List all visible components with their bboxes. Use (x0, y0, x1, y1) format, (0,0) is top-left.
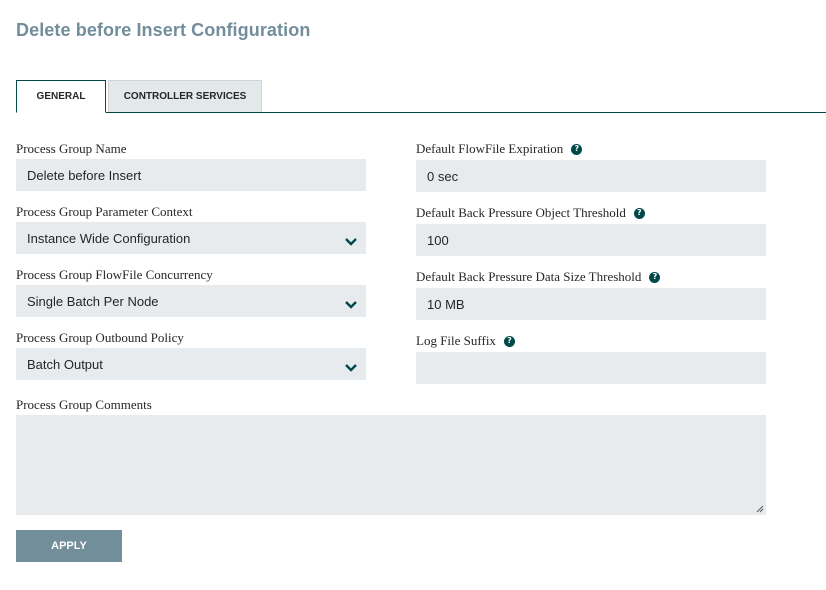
data-size-threshold-input[interactable]: 10 MB (416, 288, 766, 320)
flowfile-expiration-label: Default FlowFile Expiration ? (416, 141, 583, 157)
flowfile-concurrency-value: Single Batch Per Node (27, 293, 159, 309)
chevron-down-icon (345, 364, 357, 372)
resize-grip-icon[interactable] (756, 505, 764, 513)
object-threshold-value: 100 (427, 232, 449, 248)
comments-label-text: Process Group Comments (16, 397, 152, 412)
data-size-threshold-label: Default Back Pressure Data Size Threshol… (416, 269, 661, 285)
apply-button[interactable]: APPLY (16, 530, 122, 562)
log-file-suffix-label-text: Log File Suffix (416, 333, 496, 348)
parameter-context-select[interactable]: Instance Wide Configuration (16, 222, 366, 254)
outbound-policy-label-text: Process Group Outbound Policy (16, 330, 184, 345)
tab-general[interactable]: GENERAL (16, 80, 106, 113)
log-file-suffix-input[interactable] (416, 352, 766, 384)
question-circle-icon[interactable]: ? (649, 271, 661, 283)
comments-textarea[interactable] (16, 415, 766, 515)
object-threshold-label-text: Default Back Pressure Object Threshold (416, 205, 626, 220)
question-circle-icon[interactable]: ? (633, 207, 645, 219)
process-group-name-label: Process Group Name (16, 141, 126, 157)
outbound-policy-value: Batch Output (27, 356, 103, 372)
log-file-suffix-label: Log File Suffix ? (416, 333, 515, 349)
parameter-context-value: Instance Wide Configuration (27, 230, 191, 246)
object-threshold-input[interactable]: 100 (416, 224, 766, 256)
process-group-name-input[interactable]: Delete before Insert (16, 159, 366, 191)
data-size-threshold-value: 10 MB (427, 296, 465, 312)
process-group-name-label-text: Process Group Name (16, 141, 127, 156)
parameter-context-label-text: Process Group Parameter Context (16, 204, 193, 219)
parameter-context-label: Process Group Parameter Context (16, 204, 193, 220)
object-threshold-label: Default Back Pressure Object Threshold ? (416, 205, 645, 221)
tab-bar: GENERAL CONTROLLER SERVICES (16, 80, 826, 113)
outbound-policy-label: Process Group Outbound Policy (16, 330, 184, 346)
chevron-down-icon (345, 238, 357, 246)
flowfile-concurrency-label-text: Process Group FlowFile Concurrency (16, 267, 213, 282)
chevron-down-icon (345, 301, 357, 309)
flowfile-expiration-value: 0 sec (427, 168, 459, 184)
tab-controller-services[interactable]: CONTROLLER SERVICES (108, 80, 262, 112)
flowfile-concurrency-label: Process Group FlowFile Concurrency (16, 267, 213, 283)
flowfile-expiration-input[interactable]: 0 sec (416, 160, 766, 192)
flowfile-expiration-label-text: Default FlowFile Expiration (416, 141, 564, 156)
outbound-policy-select[interactable]: Batch Output (16, 348, 366, 380)
comments-label: Process Group Comments (16, 397, 152, 413)
question-circle-icon[interactable]: ? (503, 335, 515, 347)
page-title: Delete before Insert Configuration (16, 20, 311, 40)
process-group-name-value: Delete before Insert (27, 167, 142, 183)
question-circle-icon[interactable]: ? (571, 143, 583, 155)
flowfile-concurrency-select[interactable]: Single Batch Per Node (16, 285, 366, 317)
data-size-threshold-label-text: Default Back Pressure Data Size Threshol… (416, 269, 642, 284)
